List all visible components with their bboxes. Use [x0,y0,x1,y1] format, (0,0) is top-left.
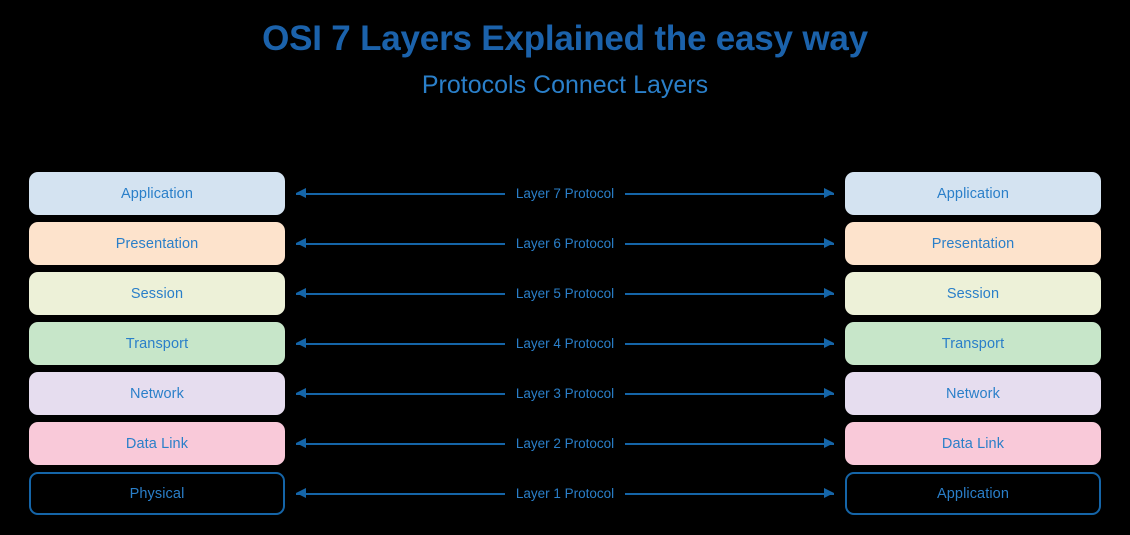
layer-box-left-transport[interactable]: Transport [29,322,285,365]
page-subtitle: Protocols Connect Layers [421,71,709,99]
right-stack-cell: Transport [845,322,1101,365]
layer-row: Application Layer 7 Protocol Application [0,172,1130,222]
protocol-label: Layer 2 Protocol [504,434,626,453]
arrow-head-left-icon [296,438,306,448]
protocol-arrow: Layer 1 Protocol [296,472,834,515]
layer-box-right-transport[interactable]: Transport [845,322,1101,365]
layer-box-left-data-link[interactable]: Data Link [29,422,285,465]
protocol-connector: Layer 7 Protocol [296,172,834,215]
protocol-arrow: Layer 5 Protocol [296,272,834,315]
layer-row: Network Layer 3 Protocol Network [0,372,1130,422]
layer-box-right-presentation[interactable]: Presentation [845,222,1101,265]
arrow-head-left-icon [296,338,306,348]
arrow-head-right-icon [824,338,834,348]
arrow-head-left-icon [296,488,306,498]
protocol-label: Layer 5 Protocol [504,284,626,303]
protocol-connector: Layer 4 Protocol [296,322,834,365]
right-stack-cell: Application [845,172,1101,215]
right-stack-cell: Data Link [845,422,1101,465]
arrow-head-right-icon [824,288,834,298]
layer-box-right-session[interactable]: Session [845,272,1101,315]
layer-box-right-application[interactable]: Application [845,172,1101,215]
protocol-label: Layer 7 Protocol [504,184,626,203]
left-stack-cell: Data Link [29,422,285,465]
arrow-head-left-icon [296,188,306,198]
right-stack-cell: Network [845,372,1101,415]
arrow-head-right-icon [824,188,834,198]
diagram-canvas: OSI 7 Layers Explained the easy way Prot… [0,0,1130,535]
protocol-connector: Layer 5 Protocol [296,272,834,315]
layer-box-right-data-link[interactable]: Data Link [845,422,1101,465]
left-stack-cell: Application [29,172,285,215]
protocol-arrow: Layer 7 Protocol [296,172,834,215]
diagram-header: OSI 7 Layers Explained the easy way Prot… [0,18,1130,102]
right-stack-cell: Session [845,272,1101,315]
layer-row: Data Link Layer 2 Protocol Data Link [0,422,1130,472]
arrow-head-right-icon [824,488,834,498]
arrow-head-right-icon [824,438,834,448]
protocol-connector: Layer 6 Protocol [296,222,834,265]
protocol-arrow: Layer 6 Protocol [296,222,834,265]
arrow-head-left-icon [296,238,306,248]
layer-row: Session Layer 5 Protocol Session [0,272,1130,322]
arrow-head-right-icon [824,238,834,248]
left-stack-cell: Network [29,372,285,415]
right-stack-cell: Presentation [845,222,1101,265]
layer-box-right-network[interactable]: Network [845,372,1101,415]
right-stack-cell: Application [845,472,1101,515]
left-stack-cell: Session [29,272,285,315]
layer-row: Physical Layer 1 Protocol Application [0,472,1130,522]
protocol-label: Layer 6 Protocol [504,234,626,253]
arrow-head-right-icon [824,388,834,398]
protocol-arrow: Layer 2 Protocol [296,422,834,465]
layer-box-left-session[interactable]: Session [29,272,285,315]
arrow-head-left-icon [296,388,306,398]
layer-box-left-network[interactable]: Network [29,372,285,415]
osi-layer-stack: Application Layer 7 Protocol Application… [0,172,1130,522]
arrow-head-left-icon [296,288,306,298]
protocol-arrow: Layer 3 Protocol [296,372,834,415]
page-title: OSI 7 Layers Explained the easy way [262,19,868,58]
protocol-arrow: Layer 4 Protocol [296,322,834,365]
left-stack-cell: Presentation [29,222,285,265]
layer-row: Presentation Layer 6 Protocol Presentati… [0,222,1130,272]
layer-box-right-physical[interactable]: Application [845,472,1101,515]
layer-box-left-application[interactable]: Application [29,172,285,215]
left-stack-cell: Transport [29,322,285,365]
layer-box-left-presentation[interactable]: Presentation [29,222,285,265]
protocol-connector: Layer 1 Protocol [296,472,834,515]
protocol-connector: Layer 3 Protocol [296,372,834,415]
protocol-label: Layer 4 Protocol [504,334,626,353]
layer-row: Transport Layer 4 Protocol Transport [0,322,1130,372]
protocol-connector: Layer 2 Protocol [296,422,834,465]
left-stack-cell: Physical [29,472,285,515]
protocol-label: Layer 3 Protocol [504,384,626,403]
layer-box-left-physical[interactable]: Physical [29,472,285,515]
protocol-label: Layer 1 Protocol [504,484,626,503]
